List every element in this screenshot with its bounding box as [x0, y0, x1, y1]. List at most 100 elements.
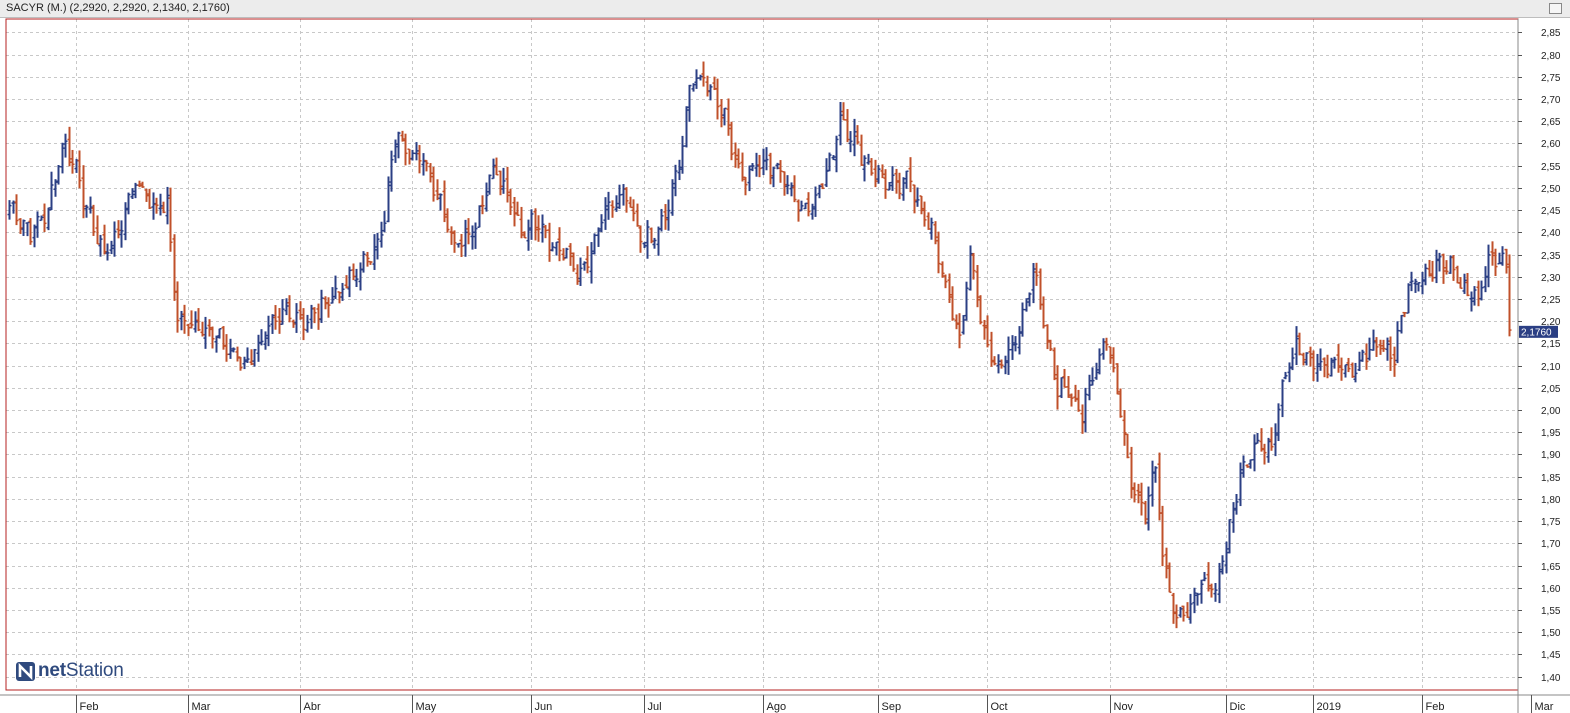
- y-tick-label: 2,10: [1541, 362, 1561, 373]
- y-tick-label: 2,00: [1541, 406, 1561, 417]
- ohlc-bar-up: [39, 215, 44, 222]
- y-tick-label: 2,60: [1541, 139, 1561, 150]
- ohlc-bar-down: [435, 179, 440, 201]
- price-chart[interactable]: 2,85 2,80 2,75 2,70 2,65 2,60 2,55 2,50 2,45 2,40…: [0, 0, 1570, 713]
- ohlc-bar-up: [1287, 362, 1292, 383]
- x-tick-label: Mar: [1535, 701, 1554, 713]
- ohlc-bar-up: [410, 149, 415, 161]
- ohlc-bar-down: [1455, 265, 1460, 284]
- x-axis: Feb Mar Abr May Jun Jul Ago Sep Oct Nov Dic 2019 Feb…: [76, 695, 1554, 713]
- ohlc-bar-down: [1504, 248, 1509, 274]
- ohlc-bar-down: [1269, 427, 1274, 451]
- ohlc-bar-down: [712, 76, 717, 91]
- ohlc-bar-down: [1378, 339, 1383, 355]
- ohlc-bar-up: [666, 199, 671, 231]
- ohlc-bar-up: [1217, 562, 1222, 604]
- ohlc-bar-up: [691, 83, 696, 92]
- ohlc-bar-down: [922, 201, 927, 227]
- ohlc-bar-up: [645, 220, 650, 259]
- ohlc-bar-down: [726, 98, 731, 136]
- ohlc-bar-down: [459, 234, 464, 258]
- ohlc-bar-up: [242, 356, 247, 370]
- y-tick-label: 2,15: [1541, 339, 1561, 350]
- ohlc-bar-up: [1220, 555, 1225, 575]
- ohlc-bar-down: [67, 126, 72, 167]
- ohlc-bar-up: [123, 202, 128, 241]
- ohlc-bar-up: [1252, 434, 1257, 472]
- y-tick-label: 2,35: [1541, 251, 1561, 262]
- ohlc-bar-down: [1297, 332, 1302, 356]
- ohlc-bar-down: [1465, 273, 1470, 297]
- ohlc-bar-down: [1045, 324, 1050, 350]
- ohlc-bar-down: [1038, 268, 1043, 310]
- ohlc-bar-up: [35, 211, 40, 238]
- ohlc-bar-up: [824, 158, 829, 188]
- ohlc-bar-down: [533, 208, 538, 241]
- ohlc-bar-down: [196, 308, 201, 332]
- ohlc-bar-up: [1231, 502, 1236, 533]
- ohlc-bar-down: [971, 252, 976, 280]
- ohlc-bar-up: [526, 219, 531, 251]
- ohlc-bar-up: [438, 193, 443, 211]
- y-tick-label: 1,75: [1541, 517, 1561, 528]
- ohlc-bar-up: [330, 287, 335, 304]
- ohlc-bar-down: [1171, 592, 1176, 624]
- ohlc-bar-up: [656, 226, 661, 256]
- ohlc-bar-up: [813, 186, 818, 217]
- ohlc-bar-down: [494, 157, 499, 176]
- ohlc-bar-up: [259, 329, 264, 346]
- ohlc-bar-down: [561, 248, 566, 261]
- ohlc-bar-down: [161, 201, 166, 214]
- ohlc-bar-up: [1315, 353, 1320, 382]
- ohlc-bar-down: [624, 187, 629, 213]
- x-tick-label: Feb: [1426, 701, 1445, 713]
- ohlc-bar-down: [628, 196, 633, 209]
- y-axis: 2,85 2,80 2,75 2,70 2,65 2,60 2,55 2,50 2,45 2,40…: [1518, 28, 1561, 684]
- ohlc-bar-down: [301, 308, 306, 341]
- ohlc-bar-down: [508, 188, 513, 215]
- ohlc-bar-down: [417, 145, 422, 174]
- ohlc-bar-up: [1006, 336, 1011, 375]
- ohlc-bar-down: [782, 171, 787, 196]
- ohlc-bar-up: [98, 234, 103, 257]
- ohlc-bar-up: [1399, 314, 1404, 334]
- ohlc-bar-up: [722, 107, 727, 126]
- ohlc-bar-up: [652, 237, 657, 249]
- ohlc-bar-up: [284, 298, 289, 316]
- ohlc-bar-down: [277, 308, 282, 334]
- netstation-logo-text: netStation: [38, 660, 124, 681]
- ohlc-bar-up: [1017, 326, 1022, 355]
- x-tick-label: Abr: [304, 701, 321, 713]
- ohlc-bar-up: [245, 347, 250, 363]
- ohlc-bar-down: [1262, 443, 1267, 465]
- ohlc-bar-up: [1420, 271, 1425, 295]
- ohlc-bar-up: [684, 106, 689, 148]
- ohlc-bar-down: [200, 321, 205, 337]
- ohlc-bar-up: [964, 281, 969, 321]
- ohlc-bar-down: [1108, 346, 1113, 364]
- ohlc-bar-up: [810, 203, 815, 220]
- ohlc-bar-down: [168, 187, 173, 252]
- ohlc-bar-up: [1188, 593, 1193, 624]
- y-tick-label: 2,25: [1541, 295, 1561, 306]
- ohlc-bar-up: [414, 142, 419, 161]
- y-tick-label: 1,70: [1541, 539, 1561, 550]
- ohlc-bar-down: [936, 231, 941, 274]
- ohlc-bar-down: [610, 200, 615, 218]
- ohlc-bar-up: [25, 221, 30, 237]
- ohlc-bar-up: [1273, 423, 1278, 457]
- ohlc-bar-down: [519, 206, 524, 239]
- ohlc-bar-down: [1104, 337, 1109, 351]
- ohlc-bar-up: [305, 314, 310, 333]
- ohlc-bar-up: [60, 142, 65, 174]
- y-tick-label: 1,80: [1541, 495, 1561, 506]
- ohlc-bar-up: [1416, 281, 1421, 292]
- netstation-logo-icon: [16, 661, 35, 681]
- ohlc-bar-up: [372, 234, 377, 270]
- y-tick-label: 2,40: [1541, 228, 1561, 239]
- ohlc-bar-down: [1350, 362, 1355, 378]
- ohlc-bar-down: [536, 215, 541, 242]
- ohlc-bar-down: [498, 170, 503, 196]
- ohlc-bar-up: [564, 247, 569, 259]
- ohlc-bar-up: [294, 303, 299, 333]
